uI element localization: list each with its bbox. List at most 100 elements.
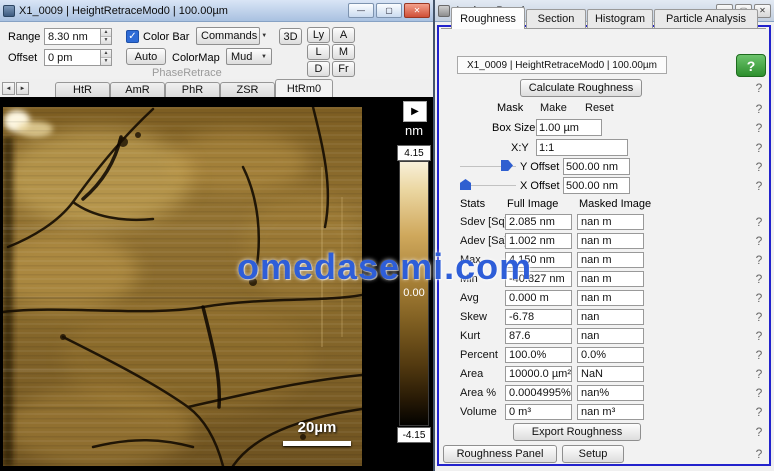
- d-button[interactable]: D: [307, 61, 330, 77]
- spin-up-icon[interactable]: ▲: [101, 50, 111, 58]
- stat-full-value: 87.6: [505, 328, 572, 344]
- tab-roughness[interactable]: Roughness: [451, 7, 525, 29]
- commands-label: Commands: [201, 30, 257, 42]
- stat-label: Area %: [460, 387, 496, 399]
- tab-htrm0[interactable]: HtRm0: [275, 79, 333, 97]
- roughness-panel-button[interactable]: Roughness Panel: [443, 445, 557, 463]
- panel-help-button[interactable]: ?: [736, 54, 766, 77]
- help-icon[interactable]: ?: [752, 253, 766, 267]
- colorbar-min-field[interactable]: -4.15: [397, 427, 431, 443]
- close-button[interactable]: ✕: [404, 3, 430, 18]
- stat-masked-value: nan m³: [577, 404, 644, 420]
- colorbar-mid-label: 0.00: [399, 287, 429, 299]
- stat-label: Sdev [Sq]: [460, 216, 508, 228]
- help-icon[interactable]: ?: [752, 272, 766, 286]
- help-icon[interactable]: ?: [752, 425, 766, 439]
- m-button[interactable]: M: [332, 44, 355, 60]
- fr-button[interactable]: Fr: [332, 61, 355, 77]
- help-icon[interactable]: ?: [752, 348, 766, 362]
- stat-masked-value: nan m: [577, 252, 644, 268]
- setup-button[interactable]: Setup: [562, 445, 624, 463]
- tab-amr[interactable]: AmR: [110, 82, 165, 97]
- image-window-titlebar[interactable]: X1_0009 | HeightRetraceMod0 | 100.00µm —…: [0, 0, 433, 22]
- range-input[interactable]: 8.30 nm ▲ ▼: [44, 28, 112, 45]
- help-icon[interactable]: ?: [752, 310, 766, 324]
- make-button[interactable]: Make: [540, 102, 567, 114]
- y-offset-label: Y Offset: [520, 161, 559, 173]
- help-icon[interactable]: ?: [752, 329, 766, 343]
- help-icon[interactable]: ?: [752, 405, 766, 419]
- export-roughness-button[interactable]: Export Roughness: [513, 423, 641, 441]
- tab-htr[interactable]: HtR: [55, 82, 110, 97]
- box-size-input[interactable]: 1.00 µm: [536, 119, 602, 136]
- play-icon: ▶: [411, 106, 419, 117]
- spin-up-icon[interactable]: ▲: [101, 29, 111, 37]
- help-icon[interactable]: ?: [752, 215, 766, 229]
- window-buttons: — ▢ ✕: [348, 3, 430, 18]
- tab-zsr[interactable]: ZSR: [220, 82, 275, 97]
- stat-label: Kurt: [460, 330, 480, 342]
- commands-dropdown[interactable]: Commands ▼: [196, 27, 260, 45]
- color-bar-label: Color Bar: [143, 31, 189, 43]
- stat-full-value: 2.085 nm: [505, 214, 572, 230]
- help-icon[interactable]: ?: [752, 160, 766, 174]
- maximize-button[interactable]: ▢: [376, 3, 402, 18]
- offset-spinner: ▲ ▼: [100, 50, 111, 65]
- stat-full-value: 0.0004995%: [505, 385, 572, 401]
- help-icon[interactable]: ?: [752, 291, 766, 305]
- colorbar-max-field[interactable]: 4.15: [397, 145, 431, 161]
- tab-particle-analysis[interactable]: Particle Analysis: [654, 9, 758, 28]
- spin-down-icon[interactable]: ▼: [101, 58, 111, 65]
- stat-masked-value: 0.0%: [577, 347, 644, 363]
- stat-row-volume: Volume 0 m³ nan m³ ?: [435, 404, 769, 421]
- stat-full-value: 0 m³: [505, 404, 572, 420]
- scalebar: [283, 441, 351, 446]
- chevron-down-icon: ▼: [261, 54, 267, 60]
- l-button[interactable]: L: [307, 44, 330, 60]
- help-icon[interactable]: ?: [752, 121, 766, 135]
- tab-phr[interactable]: PhR: [165, 82, 220, 97]
- watermark: omedasemi.com: [237, 246, 532, 288]
- source-selector[interactable]: X1_0009 | HeightRetraceMod0 | 100.00µm: [457, 56, 667, 74]
- offset-value: 0 pm: [45, 50, 100, 65]
- spin-down-icon[interactable]: ▼: [101, 37, 111, 44]
- help-icon[interactable]: ?: [752, 179, 766, 193]
- color-bar-checkbox[interactable]: ✓: [126, 30, 139, 43]
- minimize-button[interactable]: —: [348, 3, 374, 18]
- stat-label: Area: [460, 368, 483, 380]
- y-offset-input[interactable]: 500.00 nm: [563, 158, 630, 175]
- help-icon[interactable]: ?: [752, 447, 766, 461]
- tab-section[interactable]: Section: [526, 9, 586, 28]
- a-button[interactable]: A: [332, 27, 355, 43]
- help-icon[interactable]: ?: [752, 141, 766, 155]
- colormap-dropdown[interactable]: Mud ▼: [226, 48, 272, 65]
- mask-label: Mask: [497, 102, 523, 114]
- range-value: 8.30 nm: [45, 29, 100, 44]
- x-offset-label: X Offset: [520, 180, 560, 192]
- stat-masked-value: nan%: [577, 385, 644, 401]
- calculate-roughness-button[interactable]: Calculate Roughness: [520, 79, 642, 97]
- help-icon[interactable]: ?: [752, 386, 766, 400]
- help-icon[interactable]: ?: [752, 234, 766, 248]
- help-icon[interactable]: ?: [752, 367, 766, 381]
- help-icon[interactable]: ?: [752, 102, 766, 116]
- tab-nav-left-icon[interactable]: ◄: [2, 82, 15, 95]
- tab-histogram[interactable]: Histogram: [587, 9, 653, 28]
- 3d-button[interactable]: 3D: [279, 28, 302, 45]
- xy-input[interactable]: 1:1: [536, 139, 628, 156]
- tab-nav-right-icon[interactable]: ►: [16, 82, 29, 95]
- help-icon[interactable]: ?: [752, 81, 766, 95]
- stat-masked-value: nan m: [577, 233, 644, 249]
- ly-button[interactable]: Ly: [307, 27, 330, 43]
- play-button[interactable]: ▶: [403, 101, 427, 122]
- reset-button[interactable]: Reset: [585, 102, 614, 114]
- offset-label: Offset: [8, 52, 37, 64]
- screen: X1_0009 | HeightRetraceMod0 | 100.00µm —…: [0, 0, 774, 471]
- colormap-value: Mud: [231, 51, 252, 63]
- x-offset-input[interactable]: 500.00 nm: [563, 177, 630, 194]
- auto-button[interactable]: Auto: [126, 48, 166, 65]
- offset-input[interactable]: 0 pm ▲ ▼: [44, 49, 112, 66]
- stat-row-area: Area 10000.0 µm² NaN ?: [435, 366, 769, 383]
- stat-row-kurt: Kurt 87.6 nan ?: [435, 328, 769, 345]
- check-icon: ✓: [128, 31, 136, 42]
